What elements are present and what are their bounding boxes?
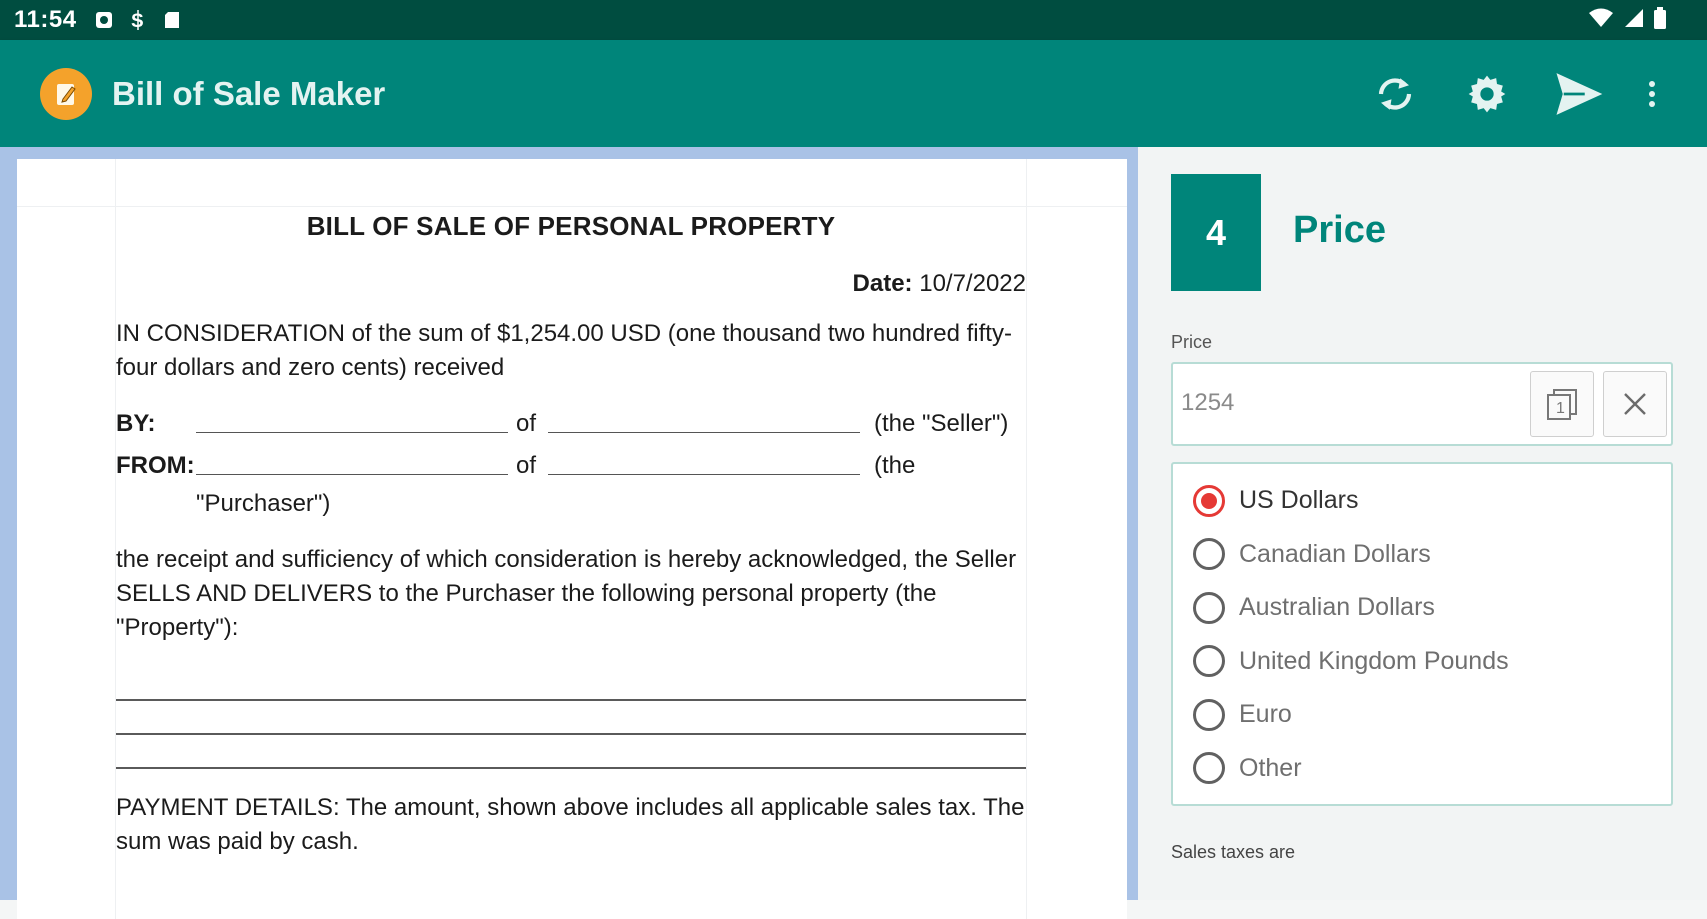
numeric-keypad-button[interactable]: 1 <box>1530 371 1594 437</box>
date-label: Date: <box>852 270 913 297</box>
seller-name-line <box>196 407 508 433</box>
radio-button[interactable] <box>1193 698 1225 731</box>
document-title: BILL OF SALE OF PERSONAL PROPERTY <box>306 211 836 241</box>
radio-button[interactable] <box>1193 752 1225 785</box>
app-title: Bill of Sale Maker <box>112 74 386 112</box>
seller-suffix: (the "Seller") <box>874 410 1009 437</box>
app-bar: Bill of Sale Maker <box>0 40 1707 147</box>
currency-label: Canadian Dollars <box>1239 539 1431 568</box>
of-text: of <box>516 410 537 437</box>
app-logo-icon <box>40 67 92 120</box>
currency-label: Euro <box>1239 700 1292 729</box>
refresh-button[interactable] <box>1365 64 1425 124</box>
s-app-icon: S <box>129 10 147 30</box>
radio-button[interactable] <box>1193 538 1225 571</box>
document-content: BILL OF SALE OF PERSONAL PROPERTY Date: … <box>116 209 1026 859</box>
purchaser-suffix: (the <box>874 452 916 479</box>
seller-address-line <box>548 407 860 433</box>
property-line <box>116 667 1026 701</box>
price-field-label: Price <box>1171 332 1213 352</box>
notification-icon <box>95 11 113 29</box>
refresh-icon <box>1378 77 1412 110</box>
price-step-panel: 4 Price Price 1 US Dollars Canadian Doll… <box>1138 147 1707 900</box>
by-label: BY: <box>116 410 156 437</box>
status-bar: 11:54 S <box>0 0 1707 40</box>
wifi-icon <box>1589 8 1613 33</box>
status-icons-left: S <box>95 10 181 30</box>
app-actions <box>1333 64 1667 124</box>
consideration-paragraph: IN CONSIDERATION of the sum of $1,254.00… <box>116 320 1012 381</box>
currency-radio-group: US Dollars Canadian Dollars Australian D… <box>1171 462 1673 806</box>
date-value: 10/7/2022 <box>919 270 1026 297</box>
radio-button[interactable] <box>1193 591 1225 624</box>
currency-label: Other <box>1239 753 1302 782</box>
battery-icon <box>1653 6 1667 34</box>
numeric-icon: 1 <box>1547 389 1577 420</box>
margin-guide <box>17 206 1127 207</box>
currency-label: US Dollars <box>1239 486 1359 515</box>
currency-option-uk-pounds[interactable]: United Kingdom Pounds <box>1173 635 1671 689</box>
currency-option-other[interactable]: Other <box>1173 742 1671 796</box>
purchaser-address-line <box>548 449 860 475</box>
of-text: of <box>516 452 537 479</box>
radio-button[interactable] <box>1193 645 1225 678</box>
sd-card-icon <box>163 11 181 29</box>
currency-option-australian-dollars[interactable]: Australian Dollars <box>1173 581 1671 635</box>
radio-dot <box>1201 492 1217 509</box>
step-title: Price <box>1293 209 1386 251</box>
currency-label: Australian Dollars <box>1239 593 1435 622</box>
document-date: Date: 10/7/2022 <box>116 267 1026 301</box>
signal-icon <box>1623 8 1643 33</box>
send-button[interactable] <box>1549 64 1609 124</box>
sales-taxes-label: Sales taxes are <box>1171 842 1296 862</box>
status-time: 11:54 <box>14 6 77 33</box>
document-preview-area[interactable]: BILL OF SALE OF PERSONAL PROPERTY Date: … <box>0 147 1138 919</box>
currency-option-us-dollars[interactable]: US Dollars <box>1173 474 1671 528</box>
currency-label: United Kingdom Pounds <box>1239 646 1509 675</box>
currency-option-euro[interactable]: Euro <box>1173 688 1671 742</box>
from-label: FROM: <box>116 452 195 479</box>
purchaser-suffix-cont: "Purchaser") <box>196 490 331 517</box>
purchaser-name-line <box>196 449 508 475</box>
receipt-paragraph: the receipt and sufficiency of which con… <box>116 546 1017 641</box>
step-number-badge: 4 <box>1171 174 1261 291</box>
settings-button[interactable] <box>1457 64 1517 124</box>
settings-icon <box>1468 75 1506 112</box>
more-vert-icon <box>1649 80 1655 107</box>
seller-row: BY: of (the "Seller") <box>116 407 1026 441</box>
more-options-button[interactable] <box>1637 64 1667 124</box>
close-icon <box>1624 393 1646 415</box>
clear-price-button[interactable] <box>1603 371 1667 437</box>
price-field: 1 <box>1171 362 1673 446</box>
status-icons-right <box>1589 6 1693 34</box>
purchaser-row: FROM: of (the <box>116 449 1026 483</box>
property-line <box>116 735 1026 769</box>
send-icon <box>1556 72 1603 115</box>
document-page[interactable]: BILL OF SALE OF PERSONAL PROPERTY Date: … <box>17 159 1127 919</box>
radio-button-checked[interactable] <box>1193 484 1225 517</box>
currency-option-canadian-dollars[interactable]: Canadian Dollars <box>1173 528 1671 582</box>
margin-guide <box>1026 159 1027 919</box>
svg-text:1: 1 <box>1556 400 1565 417</box>
payment-details: PAYMENT DETAILS: The amount, shown above… <box>116 794 1025 855</box>
price-input[interactable] <box>1181 378 1511 428</box>
property-line <box>116 701 1026 735</box>
